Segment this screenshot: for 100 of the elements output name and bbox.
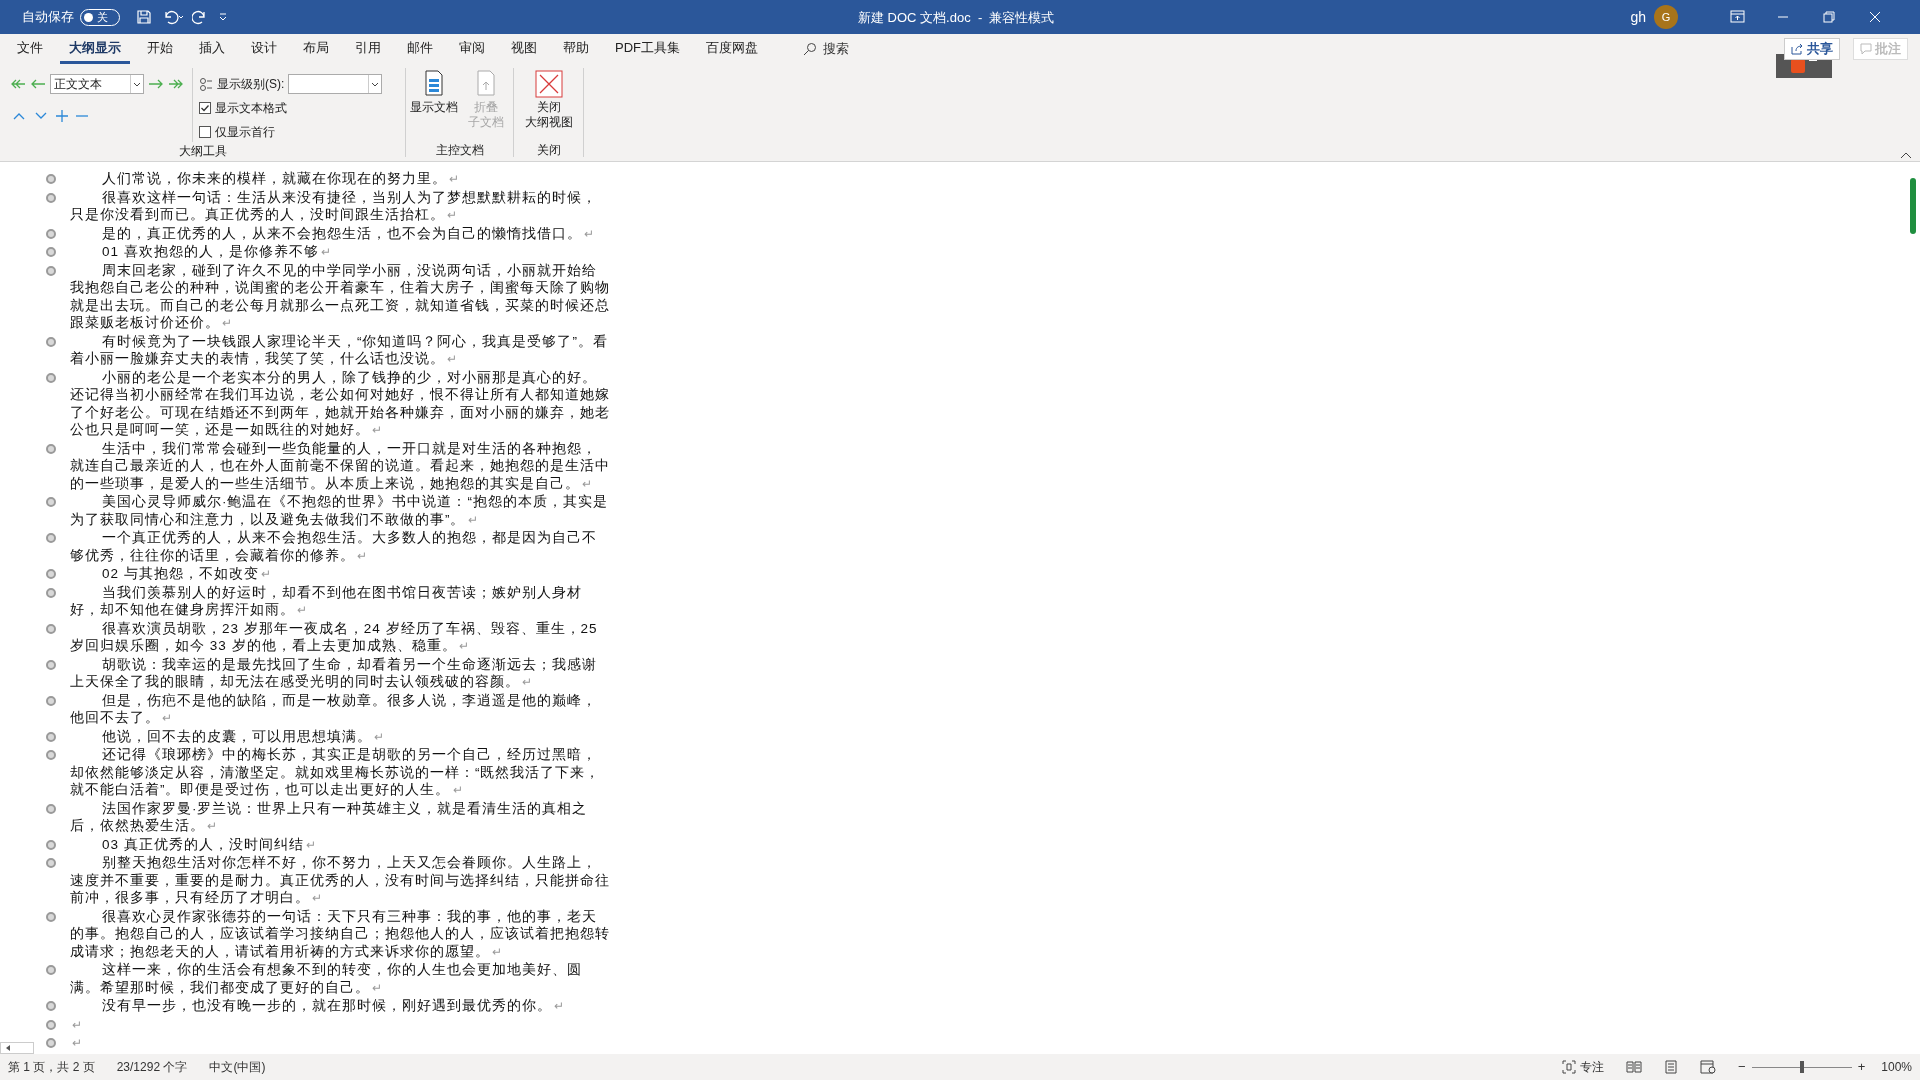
undo-icon[interactable]	[162, 9, 184, 25]
outline-bullet[interactable]	[46, 336, 56, 347]
outline-bullet[interactable]	[46, 569, 56, 579]
print-layout-icon[interactable]	[1664, 1060, 1679, 1074]
focus-icon	[1562, 1060, 1577, 1074]
paragraph: 人们常说，你未来的模样，就藏在你现在的努力里。↵	[101, 170, 461, 188]
zoom-percent[interactable]: 100%	[1881, 1058, 1912, 1076]
outline-bullet[interactable]	[46, 659, 56, 670]
ribbon-tab[interactable]: 邮件	[398, 34, 442, 64]
outline-bullet[interactable]	[46, 839, 56, 850]
paragraph: 很喜欢演员胡歌，23 岁那年一夜成名，24 岁经历了车祸、毁容、重生，25 岁回归娱乐圈，如今 33 岁的他，看上去更加成熟、稳重。↵	[70, 619, 599, 655]
paragraph: 小丽的老公是一个老实本分的男人，除了钱挣的少，对小丽那是真心的好。还记得当初小丽经常在我们耳边说，老公如何对她好，恨不得让所有人都知道她嫁了个好老公。可现在结婚还不到两年，她就开始各种嫌弃，面对小丽的嫌弃，她老公也只是呵呵一笑，还是一如既往的对她好。↵	[70, 368, 610, 439]
paragraph: 美国心灵导师威尔·鲍温在《不抱怨的世界》书中说道：“抱怨的本质，其实是为了获取同情心和注意力，以及避免去做我们不敢做的事”。↵	[70, 493, 609, 529]
share-button[interactable]: 共享	[1784, 38, 1840, 60]
autosave-label: 自动保存	[22, 8, 74, 27]
outline-level-dropdown[interactable]: 正文文本	[50, 74, 144, 94]
outline-bullet[interactable]	[46, 247, 56, 257]
ribbon-tab[interactable]: 审阅	[450, 34, 494, 64]
comment-icon	[1860, 43, 1872, 55]
checkbox[interactable]	[199, 126, 211, 138]
paragraph: 法国作家罗曼·罗兰说：世界上只有一种英雄主义，就是看清生活的真相之后，依然热爱生活。↵	[70, 799, 589, 835]
outline-bullet[interactable]	[46, 695, 56, 706]
double-left-arrow-icon[interactable]	[10, 78, 26, 90]
dropdown-caret-icon	[130, 75, 143, 93]
outline-bullet[interactable]	[46, 497, 56, 507]
horizontal-scrollbar[interactable]	[0, 1042, 34, 1054]
search-field[interactable]: 搜索	[823, 39, 883, 59]
zoom-slider-thumb[interactable]	[1799, 1061, 1804, 1073]
zoom-in-button[interactable]: +	[1857, 1057, 1866, 1077]
outline-bullet[interactable]	[46, 192, 56, 203]
window-title: 新建 DOC 文档.doc - 兼容性模式	[858, 9, 1055, 27]
outline-bullet[interactable]	[46, 265, 56, 276]
outline-bullet[interactable]	[46, 858, 56, 868]
save-icon[interactable]	[136, 9, 152, 25]
up-chevron-icon[interactable]	[12, 111, 26, 121]
paragraph: 还记得《琅琊榜》中的梅长苏，其实正是胡歌的另一个自己，经历过黑暗，却依然能够淡定从容，清澈坚定。就如戏里梅长苏说的一样：“既然我活了下来，就不能白活着”。即便是受过伤，也可以走出更好的人生。↵	[70, 746, 602, 799]
master-document-button[interactable]: 显示文档	[409, 70, 458, 141]
ribbon-tab[interactable]: 开始	[138, 34, 182, 64]
ribbon-tab[interactable]: 设计	[242, 34, 286, 64]
outline-bullet[interactable]	[46, 1038, 56, 1048]
left-arrow-icon[interactable]	[30, 78, 46, 90]
ribbon-tab[interactable]: 视图	[502, 34, 546, 64]
paragraph: 03 真正优秀的人，没时间纠结↵	[101, 835, 318, 854]
redo-icon[interactable]	[192, 9, 208, 25]
word-count[interactable]: 23/1292 个字	[116, 1058, 188, 1076]
outline-bullet[interactable]	[46, 228, 56, 239]
outline-bullet[interactable]	[46, 750, 56, 760]
plus-icon[interactable]	[56, 110, 68, 122]
checkbox[interactable]	[199, 102, 211, 114]
language[interactable]: 中文(中国)	[209, 1058, 266, 1076]
zoom-out-button[interactable]: −	[1738, 1057, 1746, 1077]
read-mode-icon[interactable]	[1626, 1060, 1643, 1074]
web-layout-icon[interactable]	[1700, 1060, 1717, 1074]
outline-bullet[interactable]	[46, 803, 56, 814]
close-view-icon	[534, 70, 563, 98]
group-label: 主控文档	[434, 142, 485, 157]
focus-button[interactable]: 专注	[1562, 1058, 1605, 1076]
double-right-arrow-icon[interactable]	[168, 78, 184, 90]
paragraph: 这样一来，你的生活会有想象不到的转变，你的人生也会更加地美好、圆满。希望那时候，我们都变成了更好的自己。↵	[70, 961, 583, 997]
zoom-slider[interactable]	[1751, 1061, 1852, 1073]
paragraph: 胡歌说：我幸运的是最先找回了生命，却看着另一个生命逐渐远去；我感谢上天保全了我的眼睛，却无法在感受光明的同时去认领残破的容颜。↵	[70, 655, 598, 691]
paragraph: 别整天抱怨生活对你怎样不好，你不努力，上天又怎会眷顾你。人生路上，速度并不重要，重要的是耐力。真正优秀的人，没有时间与选择纠结，只能拼命往前冲，很多事，只有经历了才明白。↵	[70, 854, 610, 907]
outline-bullet[interactable]	[46, 965, 56, 975]
outline-bullet[interactable]	[46, 533, 56, 543]
checkbox-option[interactable]: 显示文本格式	[199, 98, 383, 118]
outline-bullet[interactable]	[46, 731, 56, 742]
outline-bullet[interactable]	[46, 372, 56, 383]
paragraph: 一个真正优秀的人，从来不会抱怨生活。大多数人的抱怨，都是因为自己不够优秀，往往你的话里，会藏着你的修养。↵	[70, 529, 598, 565]
outline-bullet[interactable]	[46, 587, 56, 598]
outline-bullet[interactable]	[46, 174, 56, 184]
show-level-label: 显示级别(S):	[217, 76, 285, 93]
page-count[interactable]: 第 1 页，共 2 页	[8, 1058, 95, 1076]
ribbon-tab[interactable]: PDF工具集	[606, 34, 689, 64]
group-label: 大纲工具	[177, 143, 228, 158]
outline-bullet[interactable]	[46, 1001, 56, 1011]
avatar[interactable]: G	[1654, 5, 1678, 29]
paragraph: 是的，真正优秀的人，从来不会抱怨生活，也不会为自己的懒惰找借口。↵	[101, 224, 596, 243]
paragraph: 01 喜欢抱怨的人，是你修养不够↵	[101, 243, 333, 261]
ribbon-tab[interactable]: 引用	[346, 34, 390, 64]
down-chevron-icon[interactable]	[34, 111, 48, 121]
outline-bullet[interactable]	[46, 1019, 56, 1030]
checkbox-option[interactable]: 仅显示首行	[199, 122, 383, 142]
paragraph: 他说，回不去的皮囊，可以用思想填满。↵	[101, 727, 386, 746]
collapse-ribbon-icon[interactable]	[1900, 151, 1912, 159]
share-icon	[1791, 43, 1804, 55]
search-icon[interactable]	[803, 42, 817, 56]
customize-caret-icon[interactable]	[218, 12, 228, 22]
ribbon-tab[interactable]: 帮助	[554, 34, 598, 64]
ribbon-tab[interactable]: 插入	[190, 34, 234, 64]
paragraph: 当我们羡慕别人的好运时，却看不到他在图书馆日夜苦读；嫉妒别人身材好，却不知他在健身房挥汗如雨。↵	[70, 583, 583, 619]
outline-bullet[interactable]	[46, 443, 56, 454]
outline-bullet[interactable]	[46, 623, 56, 634]
show-level-dropdown[interactable]	[288, 74, 383, 94]
paragraph: 但是，伤疤不是他的缺陷，而是一枚勋章。很多人说，李逍遥是他的巅峰，他回不去了。↵	[70, 691, 598, 727]
ribbon-tab[interactable]: 百度网盘	[697, 34, 767, 64]
ribbon-tab[interactable]: 布局	[294, 34, 338, 64]
outline-bullet[interactable]	[46, 911, 56, 922]
right-arrow-icon[interactable]	[148, 78, 164, 90]
ribbon-tab[interactable]: 文件	[8, 34, 52, 64]
close-outline-view-button[interactable]: 关闭 大纲视图	[524, 70, 573, 141]
